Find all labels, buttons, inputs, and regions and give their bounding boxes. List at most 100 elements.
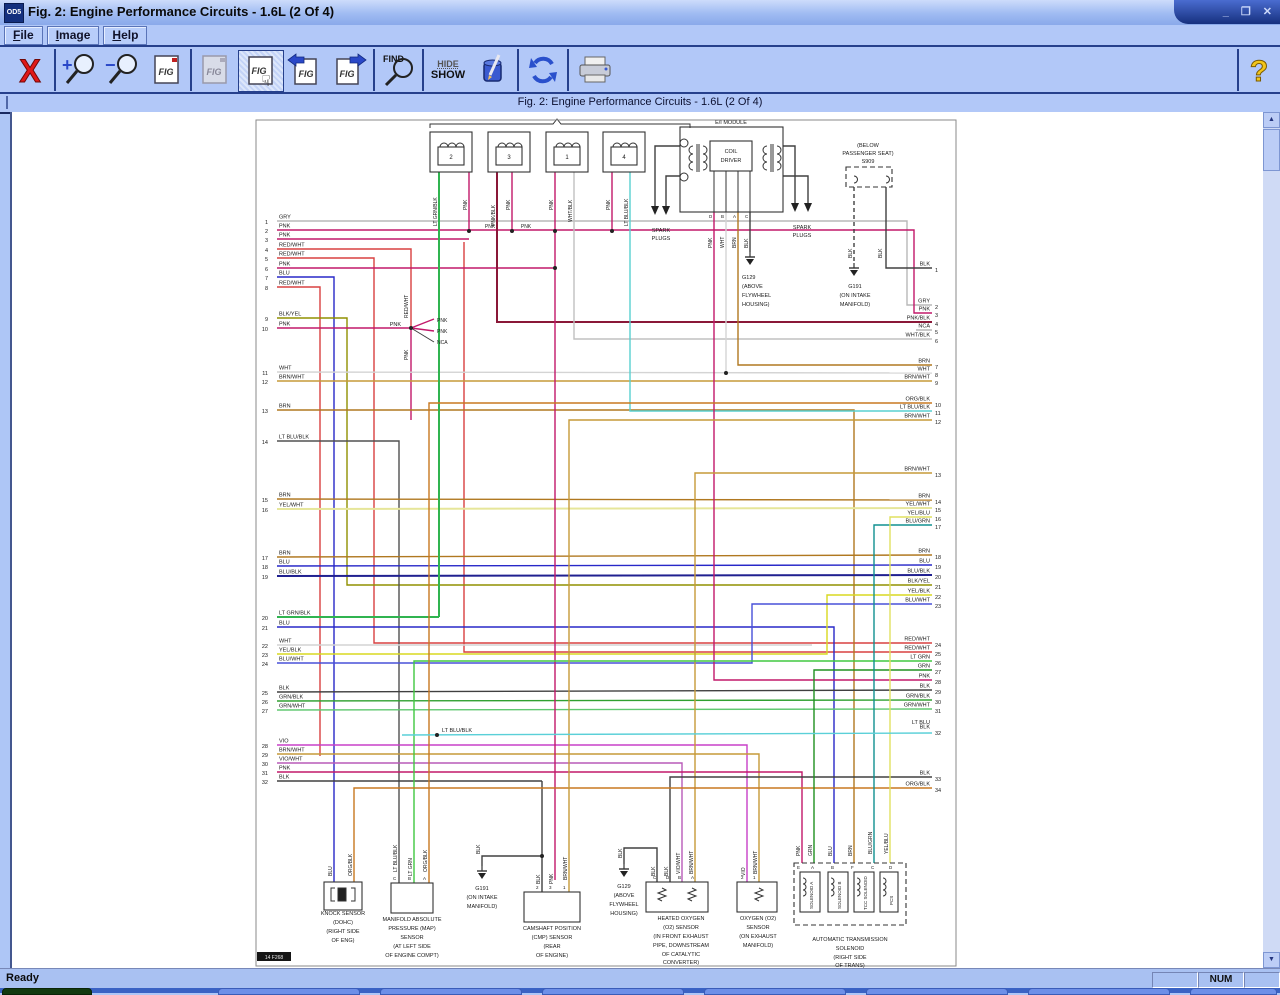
zoom-out-button[interactable]: − — [101, 50, 145, 90]
hide-show-button[interactable]: HIDE SHOW — [426, 50, 470, 90]
refresh-button[interactable] — [521, 50, 565, 90]
right-pin-label: ORG/BLK — [906, 397, 931, 403]
status-cell — [1152, 972, 1198, 988]
diagram-text: C — [871, 865, 875, 870]
diagram-viewport[interactable]: 2314E/I MODULECOILDRIVERSPARKPLUGSSPARKP… — [10, 112, 1263, 968]
diagram-text: (CMP) SENSOR — [532, 935, 573, 941]
taskbar-button[interactable] — [866, 988, 1008, 995]
wire-color-label: WHT/BLK — [568, 199, 574, 222]
right-pin-label: BLK — [920, 725, 931, 731]
menu-help[interactable]: Help — [103, 26, 147, 45]
wire-grnwht — [277, 709, 932, 710]
right-pin-number: 1 — [935, 268, 938, 274]
right-pin-label: PNK/BLK — [907, 316, 931, 322]
map-sensor — [391, 883, 433, 913]
menu-image[interactable]: Image — [47, 26, 100, 45]
wire-wht — [277, 372, 932, 373]
annotate-button[interactable] — [471, 50, 515, 90]
o2-sensor — [737, 882, 777, 912]
close-button[interactable]: ✕ — [1263, 2, 1272, 22]
close-figure-button[interactable]: X — [8, 50, 52, 90]
diagram-text: C — [393, 876, 397, 881]
right-pin-number: 25 — [935, 652, 941, 658]
left-pin-number: 30 — [262, 762, 268, 768]
vertical-scrollbar[interactable]: ▲ ▼ — [1263, 112, 1280, 968]
junction-dot — [610, 229, 614, 233]
heated-o2-sensor — [646, 882, 708, 912]
left-pin-label: BRN — [279, 404, 291, 410]
solenoid-coil-icon — [803, 878, 806, 896]
junction-dot — [724, 371, 728, 375]
left-pin-label: PNK — [279, 233, 291, 239]
left-pin-number: 1 — [265, 220, 268, 226]
diagram-text: PASSENGER SEAT) — [842, 151, 893, 157]
wire-blkyel — [277, 318, 932, 585]
diagram-text: PNK — [390, 322, 402, 328]
diagram-text: (ON INTAKE — [466, 895, 497, 901]
left-pin-number: 5 — [265, 257, 268, 263]
right-pin-label: WHT — [917, 367, 930, 373]
scroll-thumb[interactable] — [1263, 129, 1280, 171]
ei-module — [680, 127, 783, 212]
wire-pnk — [411, 319, 434, 328]
taskbar-button[interactable] — [704, 988, 846, 995]
diagram-page-border — [256, 120, 956, 966]
diagram-text: 2 — [536, 885, 539, 890]
diagram-text: PIPE, DOWNSTREAM — [653, 943, 709, 949]
wire-color-label: LT BLU/BLK — [624, 198, 630, 226]
left-pin-number: 9 — [265, 317, 268, 323]
figure-prev-button[interactable]: FIG — [283, 50, 327, 90]
right-pin-label: BRN/WHT — [904, 375, 930, 381]
help-button[interactable]: ? — [1240, 50, 1278, 90]
taskbar-button[interactable] — [218, 988, 360, 995]
taskbar-button[interactable] — [380, 988, 522, 995]
right-pin-number: 4 — [935, 322, 938, 328]
scroll-up-button[interactable]: ▲ — [1263, 112, 1280, 128]
figure-next-button[interactable]: FIG — [327, 50, 371, 90]
diagram-text: A — [733, 214, 736, 219]
taskbar-button[interactable] — [542, 988, 684, 995]
diagram-text: B — [721, 214, 724, 219]
coil-winding-icon — [440, 143, 464, 147]
svg-text:?: ? — [1250, 55, 1268, 88]
diagram-text: D — [709, 214, 713, 219]
wire-color-label: BLU — [328, 866, 334, 876]
figure-select-button[interactable]: FIG ☟ — [238, 50, 284, 92]
right-pin-label: ORG/BLK — [906, 782, 931, 788]
scroll-down-button[interactable]: ▼ — [1263, 952, 1280, 968]
wire-color-label: PNK — [796, 845, 802, 856]
figure-list-button[interactable]: FIG — [145, 50, 189, 90]
diagram-text: LT BLU/BLK — [442, 728, 472, 734]
junction-dot — [553, 266, 557, 270]
wire-color-label: BRN/WHT — [753, 851, 759, 874]
right-pin-number: 8 — [935, 373, 938, 379]
taskbar-button[interactable] — [1190, 988, 1277, 995]
right-pin-number: 10 — [935, 403, 941, 409]
figure-thumbnail-button[interactable]: FIG — [193, 50, 237, 90]
right-pin-number: 9 — [935, 381, 938, 387]
status-text: Ready — [6, 972, 39, 984]
right-pin-label: BRN — [918, 494, 930, 500]
wire-pnk — [714, 212, 932, 680]
zoom-in-button[interactable]: + — [58, 50, 102, 90]
wire-color-label: PNK — [404, 349, 410, 360]
figure-caption-bar: Fig. 2: Engine Performance Circuits - 1.… — [0, 92, 1280, 114]
svg-text:FIG: FIG — [340, 69, 355, 79]
start-button-edge[interactable] — [2, 988, 92, 995]
left-pin-label: RED/WHT — [279, 252, 305, 258]
right-pin-label: RED/WHT — [904, 637, 930, 643]
diagram-text: G129 — [617, 884, 630, 890]
figure-caption: Fig. 2: Engine Performance Circuits - 1.… — [0, 94, 1280, 108]
taskbar-button[interactable] — [1028, 988, 1170, 995]
print-button[interactable] — [571, 50, 619, 90]
right-pin-number: 5 — [935, 330, 938, 336]
wire-brn — [277, 555, 932, 557]
restore-button[interactable]: ❐ — [1241, 2, 1251, 22]
find-button[interactable]: FIND — [377, 50, 421, 90]
menu-file[interactable]: File — [4, 26, 43, 45]
right-pin-label: PNK — [919, 307, 931, 313]
wire-grnblk — [277, 700, 932, 701]
minimize-button[interactable]: _ — [1223, 2, 1229, 22]
diagram-text: D — [889, 865, 893, 870]
left-pin-number: 13 — [262, 409, 268, 415]
